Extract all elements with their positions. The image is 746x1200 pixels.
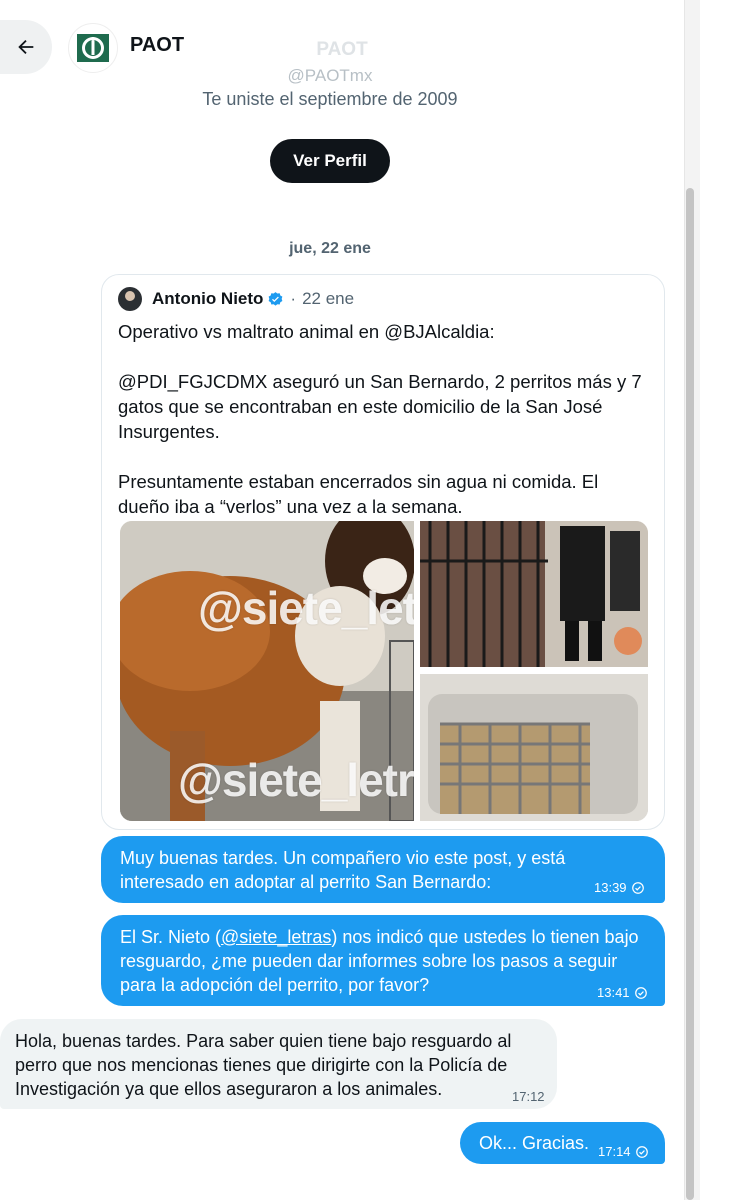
tweet-separator: · <box>290 289 297 308</box>
tweet-paragraph: Operativo vs maltrato animal en @BJAlcal… <box>118 321 495 342</box>
shared-tweet-card[interactable]: Antonio Nieto · 22 ene Operativo vs malt… <box>101 274 665 830</box>
tweet-media-grid: @siete_letras @siete_letras <box>120 521 648 821</box>
message-bubble[interactable]: Ok... Gracias. 17:14 <box>460 1122 665 1164</box>
message-bubble[interactable]: Muy buenas tardes. Un compañero vio este… <box>101 836 665 903</box>
message-time: 17:14 <box>598 1144 631 1159</box>
message-time: 13:39 <box>594 880 627 895</box>
message-text-part: El Sr. Nieto ( <box>120 927 222 947</box>
message-time: 13:41 <box>597 985 630 1000</box>
right-gutter <box>700 0 746 1200</box>
tweet-paragraph: Presuntamente estaban encerrados sin agu… <box>118 471 599 517</box>
read-check-icon <box>635 1146 648 1158</box>
tweet-author-row: Antonio Nieto · 22 ene <box>118 287 354 311</box>
tweet-image-gate[interactable] <box>420 521 648 667</box>
message-meta: 13:39 <box>594 876 645 900</box>
date-separator: jue, 22 ene <box>289 240 371 257</box>
tweet-text: Operativo vs maltrato animal en @BJAlcal… <box>118 319 650 519</box>
profile-handle: @PAOTmx <box>287 66 373 85</box>
gate-illustration <box>420 521 648 667</box>
profile-name: PAOT <box>316 39 368 60</box>
read-check-icon <box>634 987 647 999</box>
message-text: Ok... Gracias. <box>479 1133 590 1153</box>
watermark-text: @siete_letras <box>198 582 414 634</box>
tweet-image-dog[interactable]: @siete_letras @siete_letras <box>120 521 414 821</box>
watermark-text: @siete_letras <box>178 754 414 806</box>
verified-badge-icon <box>269 291 283 306</box>
message-time: 17:12 <box>512 1089 545 1104</box>
message-bubble[interactable]: Hola, buenas tardes. Para saber quien ti… <box>0 1019 557 1109</box>
author-name[interactable]: Antonio Nieto <box>152 289 263 309</box>
tweet-image-crate[interactable] <box>420 674 648 821</box>
tweet-paragraph: @PDI_FGJCDMX aseguró un San Bernardo, 2 … <box>118 371 642 442</box>
joined-date: Te uniste el septiembre de 2009 <box>202 89 458 109</box>
message-bubble[interactable]: El Sr. Nieto (@siete_letras) nos indicó … <box>101 915 665 1006</box>
message-text: Muy buenas tardes. Un compañero vio este… <box>120 848 566 892</box>
author-avatar[interactable] <box>118 287 142 311</box>
view-profile-button[interactable]: Ver Perfil <box>270 139 390 183</box>
read-check-icon <box>631 882 644 894</box>
message-text: El Sr. Nieto (@siete_letras) nos indicó … <box>120 925 655 997</box>
message-meta: 17:12 <box>512 1085 545 1109</box>
tweet-date: 22 ene <box>302 289 355 308</box>
message-text: Hola, buenas tardes. Para saber quien ti… <box>15 1031 512 1099</box>
message-meta: 13:41 <box>597 981 648 1005</box>
message-meta: 17:14 <box>598 1140 649 1164</box>
crate-illustration <box>420 674 648 821</box>
scrollbar-thumb[interactable] <box>686 188 694 1200</box>
mention-link[interactable]: @siete_letras <box>221 927 331 947</box>
